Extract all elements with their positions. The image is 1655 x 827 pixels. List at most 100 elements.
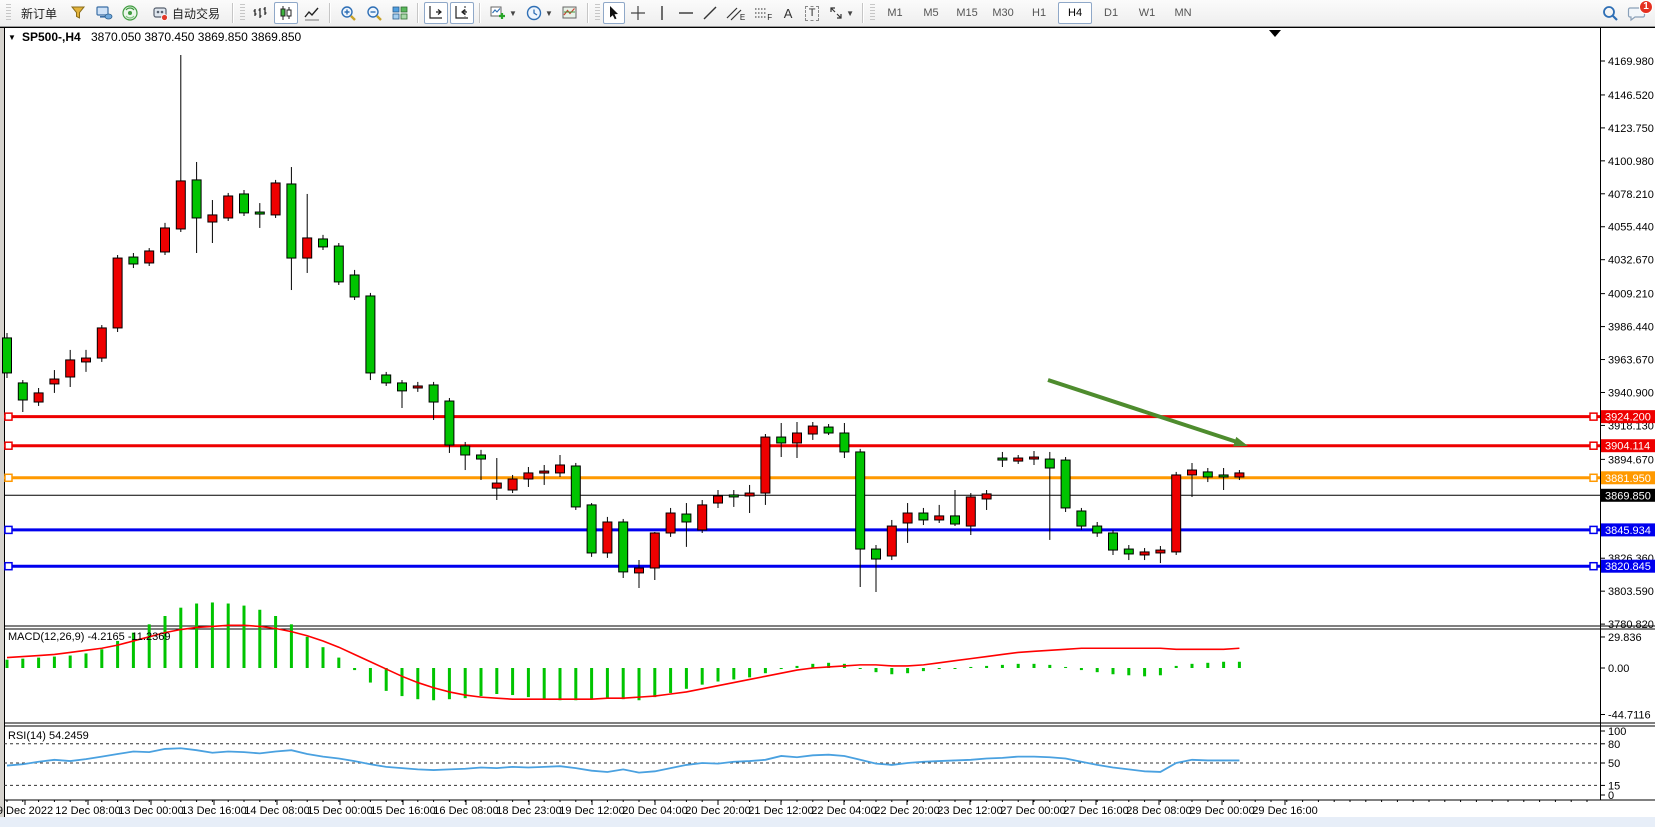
bar-chart-button[interactable]	[248, 2, 272, 24]
line-handle[interactable]	[5, 474, 12, 481]
new-order-button[interactable]: 新订单	[14, 2, 64, 24]
time-label: 16 Dec 08:00	[433, 805, 498, 817]
periods-button[interactable]: ▼	[522, 2, 556, 24]
channel-tool-button[interactable]: E	[723, 2, 748, 24]
cursor-tool-button[interactable]	[603, 2, 625, 24]
rsi-tick-label: 80	[1608, 739, 1620, 751]
line-handle[interactable]	[5, 563, 12, 570]
macd-histogram-bar	[1127, 668, 1130, 675]
timeframe-h1-button[interactable]: H1	[1022, 2, 1056, 24]
line-handle[interactable]	[5, 442, 12, 449]
candle-body	[176, 181, 185, 229]
line-handle[interactable]	[1590, 413, 1597, 420]
depth-of-market-button[interactable]	[66, 2, 90, 24]
zoom-group	[335, 1, 413, 25]
macd-tick-label: -44.7116	[1608, 710, 1651, 722]
fibonacci-tool-button[interactable]: F	[750, 2, 775, 24]
signal-icon	[121, 4, 139, 22]
crosshair-tool-button[interactable]	[627, 2, 649, 24]
macd-histogram-bar	[179, 608, 182, 668]
candle-body	[524, 473, 533, 479]
macd-histogram-bar	[1080, 668, 1083, 670]
zoom-in-button[interactable]	[336, 2, 360, 24]
horizontal-line-tool-button[interactable]	[675, 2, 697, 24]
indicators-button[interactable]: ▼	[486, 2, 520, 24]
rsi-tick-label: 100	[1608, 726, 1626, 738]
candle-body	[872, 549, 881, 559]
line-handle[interactable]	[5, 526, 12, 533]
timeframe-w1-button[interactable]: W1	[1130, 2, 1164, 24]
candle-body	[1045, 459, 1054, 468]
timeframe-m15-button[interactable]: M15	[950, 2, 984, 24]
terminal-icon	[95, 4, 113, 22]
candle-body	[50, 379, 59, 384]
macd-histogram-bar	[669, 668, 672, 693]
line-handle[interactable]	[5, 413, 12, 420]
macd-histogram-bar	[574, 668, 577, 700]
candlestick-icon	[277, 4, 295, 22]
label-tool-button[interactable]: T	[801, 2, 823, 24]
time-label: 19 Dec 12:00	[559, 805, 624, 817]
horizontal-line-icon	[678, 5, 694, 21]
toolbar-right-group: 1	[1597, 2, 1651, 24]
signals-button[interactable]	[118, 2, 142, 24]
macd-label: MACD(12,26,9) -4.2165 -11.2369	[8, 631, 170, 643]
candle-body	[145, 251, 154, 263]
autotrading-button[interactable]: 自动交易	[144, 2, 227, 24]
candle-body	[287, 184, 296, 258]
timeframe-h4-button[interactable]: H4	[1058, 2, 1092, 24]
line-handle[interactable]	[1590, 563, 1597, 570]
arrows-tool-button[interactable]: ▼	[825, 2, 857, 24]
line-handle[interactable]	[1590, 526, 1597, 533]
candle-body	[3, 338, 12, 373]
macd-histogram-bar	[100, 649, 103, 668]
macd-histogram-bar	[432, 668, 435, 700]
macd-histogram-bar	[1206, 663, 1209, 668]
trendline-tool-button[interactable]	[699, 2, 721, 24]
candle-body	[461, 446, 470, 455]
candle-body	[350, 275, 359, 297]
search-button[interactable]	[1598, 2, 1622, 24]
price-label-text: 3924.200	[1605, 412, 1651, 424]
text-tool-button[interactable]: A	[777, 2, 799, 24]
macd-histogram-bar	[243, 606, 246, 668]
timeframe-d1-button[interactable]: D1	[1094, 2, 1128, 24]
data-window-button[interactable]	[92, 2, 116, 24]
macd-histogram-bar	[1159, 668, 1162, 675]
macd-histogram-bar	[1238, 662, 1241, 668]
timeframe-m30-button[interactable]: M30	[986, 2, 1020, 24]
candlestick-chart-button[interactable]	[274, 2, 298, 24]
macd-histogram-bar	[1048, 665, 1051, 668]
time-label: 12 Dec 08:00	[55, 805, 120, 817]
macd-histogram-bar	[764, 668, 767, 673]
candle-body	[429, 385, 438, 402]
macd-histogram-bar	[890, 668, 893, 674]
candle-body	[66, 360, 75, 377]
candle-body	[777, 437, 786, 443]
auto-scroll-button[interactable]	[424, 2, 448, 24]
candle-body	[382, 375, 391, 383]
chart-canvas[interactable]: 4169.9804146.5204123.7504100.9804078.210…	[0, 0, 1655, 827]
templates-button[interactable]	[558, 2, 582, 24]
line-handle[interactable]	[1590, 474, 1597, 481]
clock-icon	[525, 4, 543, 22]
chart-shift-button[interactable]	[450, 2, 474, 24]
timeframe-m1-button[interactable]: M1	[878, 2, 912, 24]
vertical-line-tool-button[interactable]	[651, 2, 673, 24]
candle-body	[698, 505, 707, 530]
line-handle[interactable]	[1590, 442, 1597, 449]
zoom-out-button[interactable]	[362, 2, 386, 24]
separator	[417, 3, 419, 23]
timeframe-m5-button[interactable]: M5	[914, 2, 948, 24]
candle-body	[413, 386, 422, 388]
notifications-button[interactable]: 1	[1624, 2, 1650, 24]
candle-body	[556, 465, 565, 473]
crosshair-icon	[630, 5, 646, 21]
symbol-period-label: SP500-,H4	[22, 30, 81, 44]
tile-windows-button[interactable]	[388, 2, 412, 24]
line-chart-button[interactable]	[300, 2, 324, 24]
timeframe-mn-button[interactable]: MN	[1166, 2, 1200, 24]
price-tick-label: 4169.980	[1608, 56, 1654, 68]
price-tick-label: 4009.210	[1608, 289, 1654, 301]
separator	[329, 3, 331, 23]
